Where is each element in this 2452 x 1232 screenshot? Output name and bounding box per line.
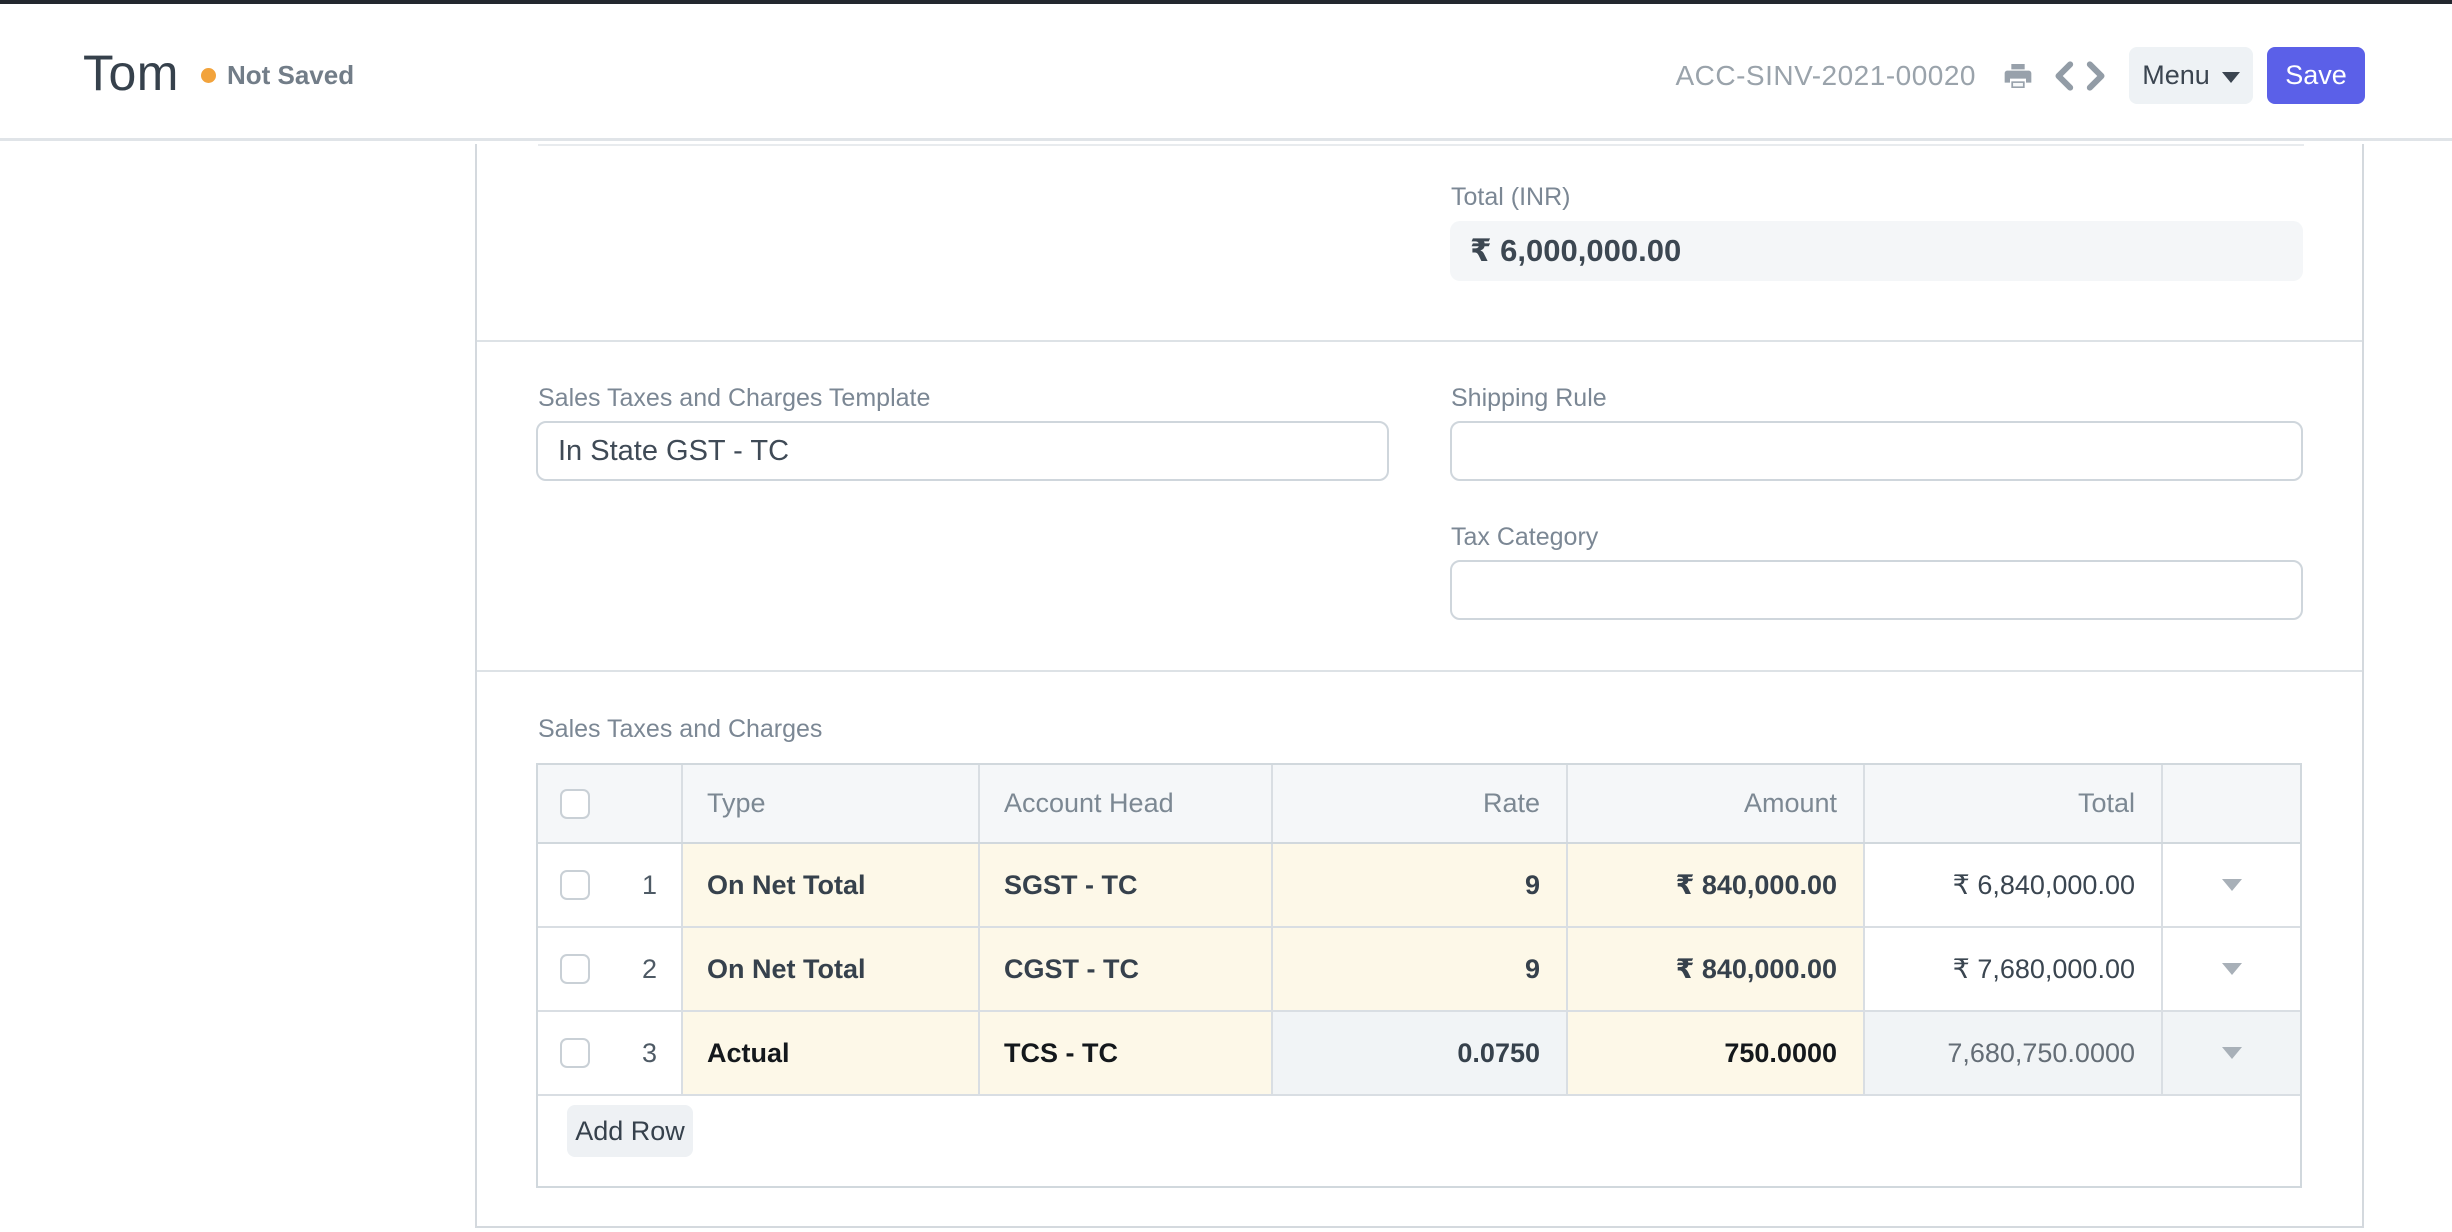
document-name: ACC-SINV-2021-00020 [1675,60,1976,92]
cell-rate[interactable]: 9 [1273,844,1568,926]
caret-down-icon [2222,72,2240,83]
grid-row-3: 3 Actual TCS - TC 0.0750 750.0000 7,680,… [538,1012,2300,1096]
cell-total[interactable]: ₹ 6,840,000.00 [1865,844,2163,926]
menu-button-label: Menu [2142,62,2210,89]
dropdown-arrow-icon [2222,1047,2242,1059]
row-index: 1 [590,870,681,901]
status-dot-icon [201,68,216,83]
next-document-icon[interactable] [2085,61,2108,91]
row-expand-cell[interactable] [2163,1012,2300,1094]
section-top-divider [538,144,2304,146]
page-header: Tom Not Saved ACC-SINV-2021-00020 [0,4,2452,141]
cell-type[interactable]: Actual [683,1012,980,1094]
tax-category-input[interactable] [1450,560,2303,620]
prev-document-icon[interactable] [2052,61,2075,91]
grid-row-2: 2 On Net Total CGST - TC 9 ₹ 840,000.00 … [538,928,2300,1012]
row-checkbox[interactable] [560,954,590,984]
taxes-grid: Type Account Head Rate Amount Total 1 On… [536,763,2302,1188]
cell-rate[interactable]: 0.0750 [1273,1012,1568,1094]
grid-header-rate: Rate [1273,765,1568,842]
grid-header-row: Type Account Head Rate Amount Total [538,765,2300,844]
cell-account-head[interactable]: SGST - TC [980,844,1273,926]
row-select-cell: 1 [538,844,683,926]
cell-type[interactable]: On Net Total [683,928,980,1010]
row-checkbox[interactable] [560,1038,590,1068]
taxes-template-input[interactable] [536,421,1389,481]
row-index: 3 [590,1038,681,1069]
cell-type[interactable]: On Net Total [683,844,980,926]
shipping-rule-label: Shipping Rule [1451,384,1607,413]
cell-amount[interactable]: 750.0000 [1568,1012,1865,1094]
cell-amount[interactable]: ₹ 840,000.00 [1568,844,1865,926]
status-badge: Not Saved [201,60,354,91]
total-inr-label: Total (INR) [1451,183,1570,212]
cell-amount[interactable]: ₹ 840,000.00 [1568,928,1865,1010]
row-index: 2 [590,954,681,985]
grid-header-account-head: Account Head [980,765,1273,842]
grid-header-type: Type [683,765,980,842]
taxes-template-label: Sales Taxes and Charges Template [538,384,930,413]
tax-category-label: Tax Category [1451,523,1598,552]
status-label: Not Saved [227,60,354,91]
dropdown-arrow-icon [2222,963,2242,975]
grid-header-select-cell [538,765,683,842]
save-button[interactable]: Save [2267,47,2365,104]
cell-rate[interactable]: 9 [1273,928,1568,1010]
add-row-button[interactable]: Add Row [567,1105,693,1157]
row-select-cell: 2 [538,928,683,1010]
taxes-grid-section-label: Sales Taxes and Charges [538,715,822,744]
grid-row-1: 1 On Net Total SGST - TC 9 ₹ 840,000.00 … [538,844,2300,928]
row-expand-cell[interactable] [2163,928,2300,1010]
cell-total[interactable]: 7,680,750.0000 [1865,1012,2163,1094]
print-icon[interactable] [2002,60,2034,92]
menu-button[interactable]: Menu [2129,47,2253,104]
cell-total[interactable]: ₹ 7,680,000.00 [1865,928,2163,1010]
section-divider [477,670,2362,672]
cell-account-head[interactable]: CGST - TC [980,928,1273,1010]
select-all-checkbox[interactable] [560,789,590,819]
cell-account-head[interactable]: TCS - TC [980,1012,1273,1094]
row-checkbox[interactable] [560,870,590,900]
row-select-cell: 3 [538,1012,683,1094]
row-expand-cell[interactable] [2163,844,2300,926]
total-inr-value: ₹ 6,000,000.00 [1450,221,2303,281]
section-divider [477,340,2362,342]
dropdown-arrow-icon [2222,879,2242,891]
grid-header-amount: Amount [1568,765,1865,842]
sales-invoice-form-page: Tom Not Saved ACC-SINV-2021-00020 [0,0,2452,1232]
grid-header-expand-cell [2163,765,2300,842]
grid-header-total: Total [1865,765,2163,842]
shipping-rule-input[interactable] [1450,421,2303,481]
grid-footer: Add Row [538,1096,2300,1186]
page-title[interactable]: Tom [83,42,179,104]
